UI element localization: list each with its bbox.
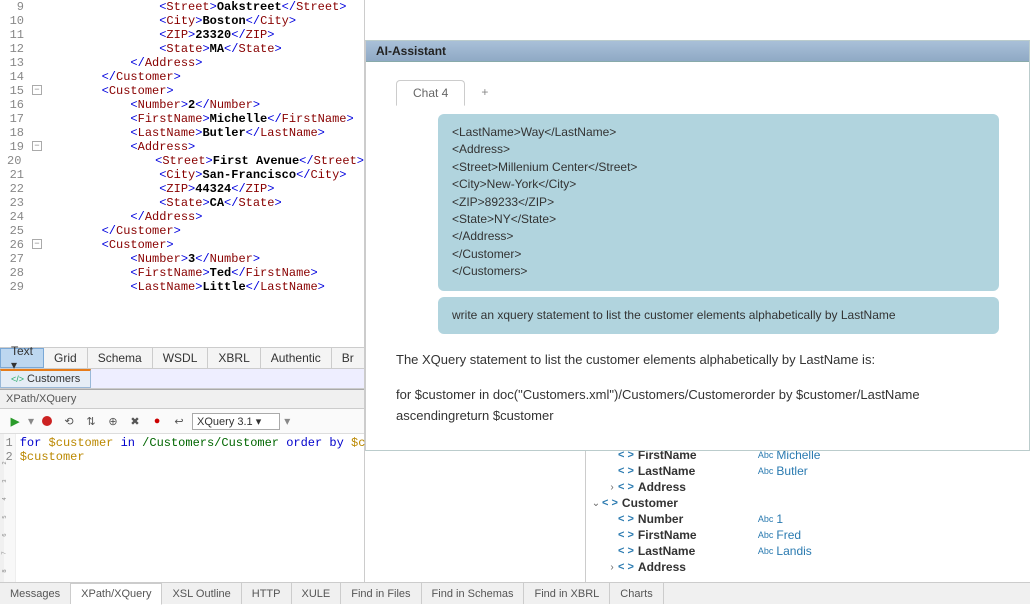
tool-icon-1[interactable]: ⟲	[60, 412, 78, 430]
xquery-version-select[interactable]: XQuery 3.1 ▾	[192, 413, 280, 430]
bottom-tab-find-in-files[interactable]: Find in Files	[341, 583, 421, 604]
doc-tab-customers[interactable]: Customers	[0, 369, 91, 388]
document-tabs: Customers	[0, 369, 364, 389]
tree-row[interactable]: ›< >Address	[586, 479, 1030, 495]
bottom-tab-messages[interactable]: Messages	[0, 583, 71, 604]
tree-row[interactable]: < >FirstNameAbcFred	[586, 527, 1030, 543]
ai-assistant-header: AI-Assistant	[366, 41, 1029, 62]
fold-toggle-icon[interactable]: −	[32, 141, 42, 151]
bottom-tab-xsl-outline[interactable]: XSL Outline	[162, 583, 241, 604]
bottom-tab-xule[interactable]: XULE	[292, 583, 342, 604]
stop-icon[interactable]	[38, 412, 56, 430]
bottom-tabbar: MessagesXPath/XQueryXSL OutlineHTTPXULEF…	[0, 582, 1030, 604]
xpath-code-area[interactable]: 12 for $customer in /Customers/Customer …	[4, 434, 384, 604]
view-tab-xbrl[interactable]: XBRL	[208, 348, 260, 368]
xpath-toolbar: ▶ ▾ ⟲ ⇅ ⊕ ✖ ● ↩ XQuery 3.1 ▾ ▾	[0, 409, 364, 434]
xml-code-editor[interactable]: 9 <Street>Oakstreet</Street>10 <City>Bos…	[0, 0, 364, 347]
user-prompt-bubble: write an xquery statement to list the cu…	[438, 297, 999, 334]
assistant-response: The XQuery statement to list the custome…	[396, 340, 999, 430]
tree-row[interactable]: ›< >Address	[586, 559, 1030, 575]
tool-icon-2[interactable]: ⇅	[82, 412, 100, 430]
xpath-xquery-panel: XPath/XQuery ▶ ▾ ⟲ ⇅ ⊕ ✖ ● ↩ XQuery 3.1 …	[0, 389, 364, 604]
view-tabs: Text ▾GridSchemaWSDLXBRLAuthenticBr	[0, 347, 364, 369]
view-tab-wsdl[interactable]: WSDL	[153, 348, 209, 368]
xpath-panel-title: XPath/XQuery	[0, 390, 364, 409]
fold-toggle-icon[interactable]: −	[32, 85, 42, 95]
chat-tab[interactable]: Chat 4	[396, 80, 465, 106]
bottom-tab-find-in-schemas[interactable]: Find in Schemas	[422, 583, 525, 604]
tree-row[interactable]: ⌄< >Customer	[586, 495, 1030, 511]
view-tab-authentic[interactable]: Authentic	[261, 348, 332, 368]
view-tab-text[interactable]: Text ▾	[0, 348, 44, 368]
assistant-message-xml: <LastName>Way</LastName><Address><Street…	[438, 114, 999, 291]
run-icon[interactable]: ▶	[6, 412, 24, 430]
new-chat-button[interactable]: +	[471, 80, 498, 106]
bottom-tab-find-in-xbrl[interactable]: Find in XBRL	[524, 583, 610, 604]
bottom-tab-http[interactable]: HTTP	[242, 583, 292, 604]
tool-icon-4[interactable]: ✖	[126, 412, 144, 430]
ai-assistant-panel: AI-Assistant Chat 4 + <LastName>Way</Las…	[365, 40, 1030, 451]
bottom-tab-charts[interactable]: Charts	[610, 583, 663, 604]
tree-row[interactable]: < >NumberAbc1	[586, 511, 1030, 527]
tool-icon-6[interactable]: ↩	[170, 412, 188, 430]
tree-row[interactable]: < >LastNameAbcLandis	[586, 543, 1030, 559]
tool-icon-3[interactable]: ⊕	[104, 412, 122, 430]
breakpoint-icon[interactable]: ●	[148, 412, 166, 430]
view-tab-grid[interactable]: Grid	[44, 348, 88, 368]
fold-toggle-icon[interactable]: −	[32, 239, 42, 249]
result-tree-panel[interactable]: < >NumberAbc2< >FirstNameAbcMichelle< >L…	[585, 430, 1030, 582]
tree-row[interactable]: < >LastNameAbcButler	[586, 463, 1030, 479]
bottom-tab-xpath-xquery[interactable]: XPath/XQuery	[71, 583, 162, 605]
view-tab-schema[interactable]: Schema	[88, 348, 153, 368]
view-tab-br[interactable]: Br	[332, 348, 365, 368]
